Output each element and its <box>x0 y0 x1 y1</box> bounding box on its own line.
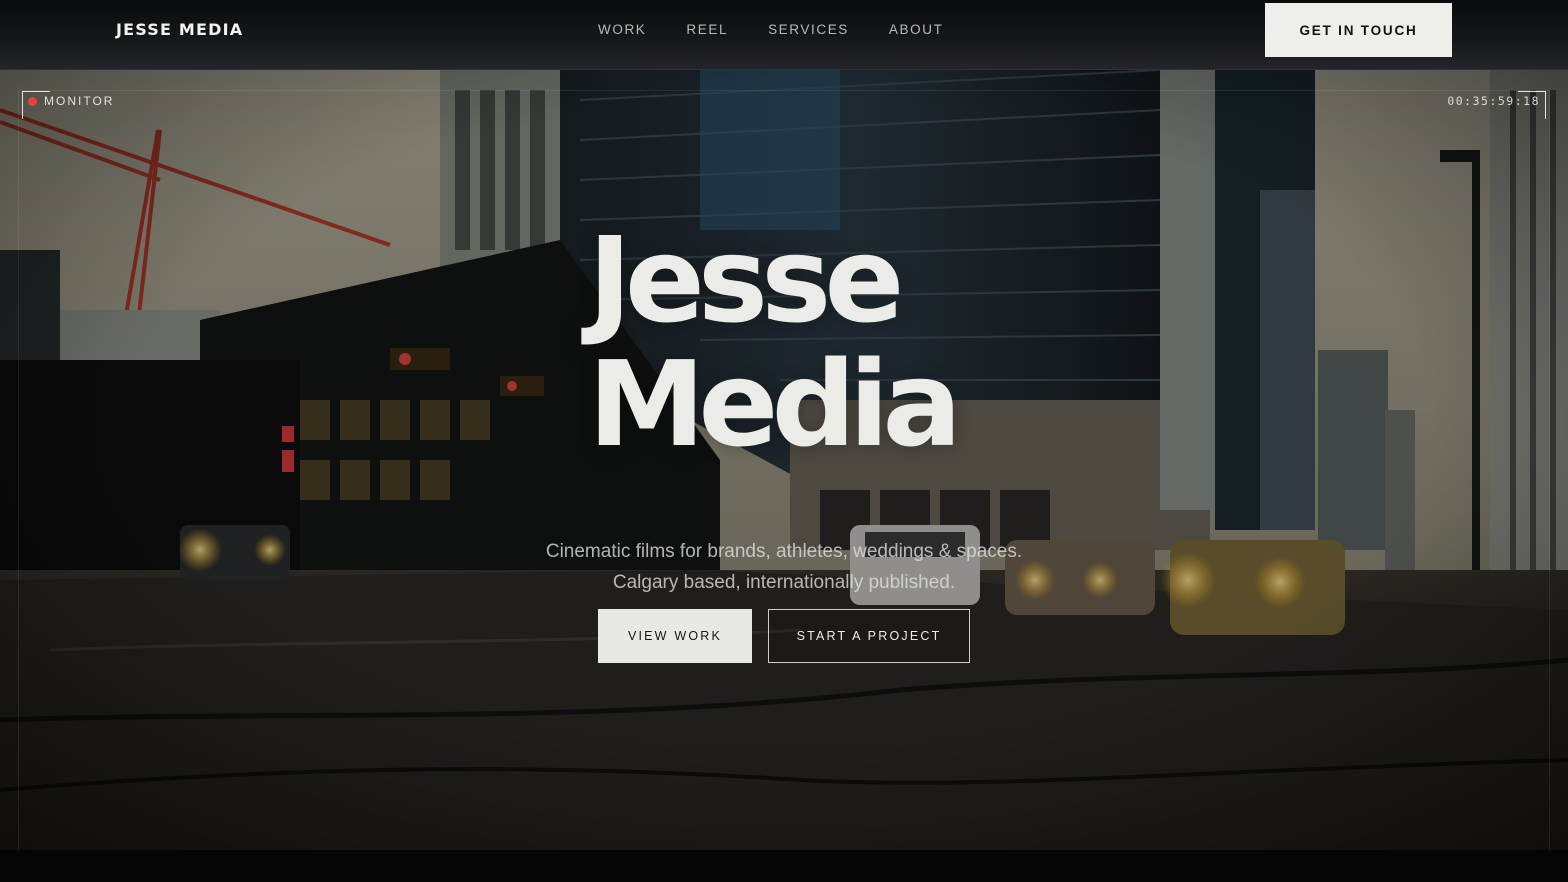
get-in-touch-button[interactable]: GET IN TOUCH <box>1265 3 1452 57</box>
page: JESSE MEDIA WORK REEL SERVICES ABOUT GET… <box>0 0 1568 882</box>
start-project-button[interactable]: START A PROJECT <box>768 609 970 663</box>
site-logo[interactable]: JESSE MEDIA <box>116 20 243 39</box>
nav-work[interactable]: WORK <box>598 22 646 37</box>
nav-about[interactable]: ABOUT <box>889 22 944 37</box>
hero-title-line-2: Media <box>588 335 962 473</box>
nav-reel[interactable]: REEL <box>686 22 728 37</box>
hero-title: Jesse Media <box>588 211 962 473</box>
record-dot-icon <box>28 96 37 106</box>
nav-services[interactable]: SERVICES <box>768 22 849 37</box>
main-nav: WORK REEL SERVICES ABOUT <box>598 22 983 37</box>
hero-title-line-1: Jesse <box>588 211 904 349</box>
monitor-label: MONITOR <box>44 94 115 108</box>
monitor-indicator: MONITOR <box>28 94 114 108</box>
timecode: 00:35:59:18 <box>1447 94 1540 108</box>
view-work-button[interactable]: VIEW WORK <box>598 609 752 663</box>
hero-section: MONITOR 00:35:59:18 Jesse Media Cinemati… <box>0 70 1568 850</box>
site-header: JESSE MEDIA WORK REEL SERVICES ABOUT GET… <box>0 0 1568 70</box>
hero-subtitle-line-1: Cinematic films for brands, athletes, we… <box>545 541 1023 562</box>
hero-subtitle-line-2: Calgary based, internationally published… <box>612 572 956 593</box>
bottom-strip <box>0 850 1568 882</box>
